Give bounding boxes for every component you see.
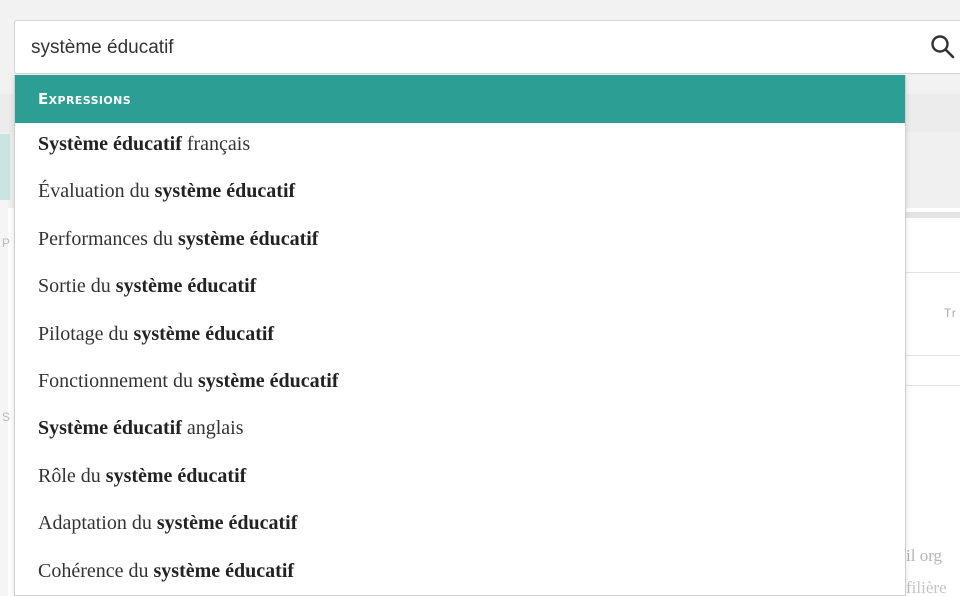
- search-button[interactable]: [929, 33, 957, 61]
- suggestion-item[interactable]: Adaptation du système éducatif: [15, 502, 905, 549]
- suggestion-text-after: anglais: [181, 417, 244, 440]
- suggestion-text-match: système éducatif: [105, 464, 247, 487]
- autocomplete-dropdown: Expressions Système éducatif français Éva…: [14, 75, 906, 596]
- search-icon: [931, 35, 955, 59]
- suggestion-item[interactable]: Évaluation du système éducatif: [15, 170, 905, 217]
- page-divider: [905, 355, 960, 356]
- search-input[interactable]: [31, 33, 891, 63]
- page-divider: [905, 385, 960, 386]
- suggestion-text-before: Rôle du: [38, 464, 106, 487]
- background-tab-label: Tr: [944, 306, 957, 320]
- suggestion-text-match: système éducatif: [154, 180, 296, 203]
- suggestion-item[interactable]: Système éducatif français: [15, 123, 905, 170]
- page-left-edge: [0, 200, 8, 596]
- suggestion-list: Système éducatif français Évaluation du s…: [15, 123, 905, 595]
- page-separator: [905, 212, 960, 218]
- suggestion-item[interactable]: Rôle du système éducatif: [15, 455, 905, 502]
- suggestion-text-match: système éducatif: [133, 322, 275, 345]
- suggestion-text-match: système éducatif: [153, 559, 295, 582]
- suggestion-item[interactable]: Cohérence du système éducatif: [15, 550, 905, 595]
- suggestion-text-before: Performances du: [38, 227, 178, 250]
- suggestion-text-match: Système éducatif: [38, 417, 182, 440]
- suggestion-text-before: Évaluation du: [38, 180, 155, 203]
- suggestion-item[interactable]: Pilotage du système éducatif: [15, 313, 905, 360]
- page-divider: [905, 272, 960, 273]
- suggestion-text-before: Pilotage du: [38, 322, 134, 345]
- dropdown-section-header: Expressions: [15, 75, 905, 123]
- suggestion-text-before: Adaptation du: [38, 512, 157, 535]
- suggestion-text-before: Fonctionnement du: [38, 369, 198, 392]
- background-paragraph-text: il org: [906, 546, 943, 565]
- suggestion-text-before: Sortie du: [38, 275, 116, 298]
- suggestion-text-match: Système éducatif: [38, 133, 182, 155]
- page-top-strip: [0, 0, 960, 12]
- suggestion-text-before: Cohérence du: [38, 559, 154, 582]
- suggestion-text-match: système éducatif: [197, 369, 339, 392]
- suggestion-item[interactable]: Sortie du système éducatif: [15, 265, 905, 312]
- suggestion-item[interactable]: Système éducatif anglais: [15, 407, 905, 454]
- suggestion-item[interactable]: Fonctionnement du système éducatif: [15, 360, 905, 407]
- suggestion-text-match: système éducatif: [177, 227, 319, 250]
- background-paragraph-text: filière: [906, 578, 947, 596]
- suggestion-text-match: système éducatif: [115, 275, 257, 298]
- suggestion-item[interactable]: Performances du système éducatif: [15, 218, 905, 265]
- page-teal-edge: [0, 134, 10, 200]
- suggestion-text-after: français: [181, 133, 251, 155]
- suggestion-text-match: système éducatif: [156, 512, 298, 535]
- background-left-letter: P: [2, 236, 11, 250]
- background-left-letter: S: [2, 410, 11, 424]
- search-box: [14, 20, 960, 74]
